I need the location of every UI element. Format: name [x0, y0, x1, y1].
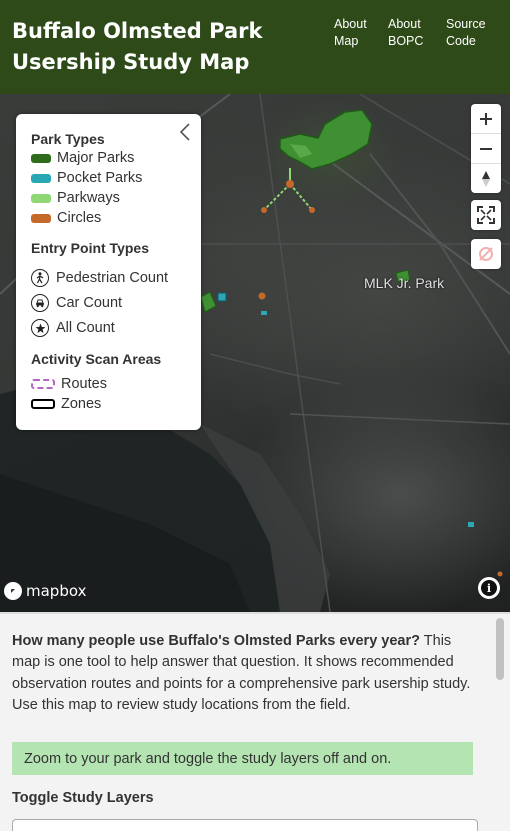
- zoom-tip-banner: Zoom to your park and toggle the study l…: [12, 742, 473, 775]
- circles-swatch: [31, 213, 51, 223]
- sidebar-panel: How many people use Buffalo's Olmsted Pa…: [0, 612, 510, 831]
- map-canvas[interactable]: MLK Jr. Park Park Types Major Parks Pock…: [0, 94, 510, 612]
- legend-item-parkways: Parkways: [31, 188, 120, 208]
- legend-activity-heading: Activity Scan Areas: [31, 351, 162, 367]
- car-icon: [31, 294, 49, 312]
- legend-label: Zones: [61, 396, 102, 412]
- fullscreen-button[interactable]: [471, 200, 501, 229]
- legend-label: Car Count: [56, 295, 123, 311]
- legend-label: Circles: [57, 210, 102, 226]
- major-parks-swatch: [31, 153, 51, 163]
- legend-label: All Count: [56, 320, 115, 336]
- legend-item-pedestrian-count: Pedestrian Count: [31, 268, 168, 288]
- legend-panel: Park Types Major Parks Pocket Parks Park…: [16, 114, 201, 430]
- mapbox-icon: [4, 582, 22, 600]
- geolocate-button[interactable]: [471, 239, 501, 268]
- legend-item-routes: Routes: [31, 374, 107, 394]
- map-place-label: MLK Jr. Park: [364, 275, 445, 291]
- fullscreen-control: [471, 200, 501, 230]
- legend-label: Major Parks: [57, 150, 135, 166]
- minus-icon: [480, 147, 492, 150]
- nav-about-map[interactable]: About Map: [334, 16, 376, 50]
- nav-source-code[interactable]: Source Code: [446, 16, 494, 50]
- collapse-chevron-icon[interactable]: [176, 121, 194, 143]
- intro-question: How many people use Buffalo's Olmsted Pa…: [12, 633, 420, 649]
- legend-label: Parkways: [57, 190, 120, 206]
- zoom-out-button[interactable]: [471, 133, 501, 163]
- circle-marker[interactable]: [286, 180, 294, 188]
- app-header: Buffalo Olmsted Park Usership Study Map …: [0, 0, 510, 94]
- nav-about-bopc[interactable]: About BOPC: [388, 16, 428, 50]
- legend-entry-points-heading: Entry Point Types: [31, 240, 149, 256]
- legend-item-major-parks: Major Parks: [31, 148, 134, 168]
- attribution-info-button[interactable]: i: [478, 577, 500, 599]
- layer-toggle-box[interactable]: [12, 819, 478, 831]
- plus-icon: [480, 112, 492, 125]
- zoom-in-button[interactable]: [471, 104, 501, 133]
- legend-label: Pedestrian Count: [56, 270, 169, 286]
- zones-swatch: [31, 399, 55, 409]
- panel-scrollbar[interactable]: [496, 618, 504, 680]
- compass-icon: [482, 170, 490, 187]
- mapbox-wordmark: mapbox: [26, 582, 87, 600]
- compass-button[interactable]: [471, 163, 501, 193]
- legend-item-car-count: Car Count: [31, 293, 122, 313]
- pocket-parks-swatch: [31, 173, 51, 183]
- geolocate-control: [471, 239, 501, 269]
- legend-item-zones: Zones: [31, 394, 101, 414]
- legend-item-all-count: All Count: [31, 318, 115, 338]
- page-title: Buffalo Olmsted Park Usership Study Map: [12, 19, 263, 74]
- pedestrian-icon: [31, 269, 49, 287]
- legend-item-circles: Circles: [31, 208, 101, 228]
- zoom-controls: [471, 104, 501, 193]
- legend-item-pocket-parks: Pocket Parks: [31, 168, 142, 188]
- star-icon: [31, 319, 49, 337]
- legend-park-types-heading: Park Types: [31, 131, 105, 147]
- legend-label: Pocket Parks: [57, 170, 143, 186]
- info-icon: i: [481, 580, 497, 596]
- legend-label: Routes: [61, 376, 107, 392]
- toggle-layers-heading: Toggle Study Layers: [12, 790, 154, 806]
- mapbox-logo[interactable]: mapbox: [4, 582, 86, 600]
- geolocate-disabled-icon: [479, 246, 493, 261]
- parkways-swatch: [31, 193, 51, 203]
- fullscreen-icon: [477, 205, 495, 224]
- intro-text: How many people use Buffalo's Olmsted Pa…: [12, 631, 480, 716]
- routes-swatch: [31, 379, 55, 389]
- major-park-shape[interactable]: [279, 109, 373, 170]
